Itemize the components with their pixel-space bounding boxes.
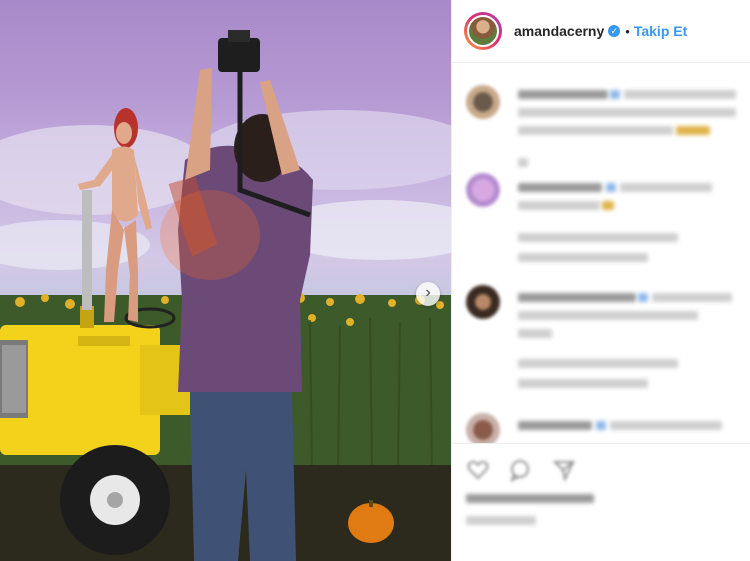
comment-text xyxy=(518,293,636,302)
heart-icon[interactable] xyxy=(466,458,490,482)
comment-text xyxy=(518,311,698,320)
comment-meta xyxy=(518,253,648,262)
comment-text xyxy=(610,90,620,99)
comment-text xyxy=(518,201,600,210)
post-photo[interactable]: › xyxy=(0,0,451,561)
follow-button[interactable]: Takip Et xyxy=(634,23,687,39)
comment-text xyxy=(652,293,732,302)
verified-badge-icon: ✓ xyxy=(608,25,621,37)
comment-meta xyxy=(518,233,678,242)
carousel-next-button[interactable]: › xyxy=(416,282,440,306)
comment-text xyxy=(518,90,608,99)
comment-avatar[interactable] xyxy=(466,85,500,119)
share-icon[interactable] xyxy=(552,458,576,482)
comment-text xyxy=(638,293,648,302)
post-timestamp xyxy=(466,516,536,525)
comment-text xyxy=(606,183,616,192)
story-ring[interactable] xyxy=(464,12,502,50)
comment-text xyxy=(610,421,722,430)
comment-text xyxy=(518,126,673,135)
comment-meta xyxy=(518,359,678,368)
post-side-panel: amandacerny ✓ • Takip Et xyxy=(452,0,750,561)
separator-dot: • xyxy=(625,23,630,39)
chevron-right-icon: › xyxy=(425,284,431,301)
comment-avatar[interactable] xyxy=(466,285,500,319)
post-image xyxy=(0,30,451,561)
comment-text xyxy=(596,421,606,430)
comment-meta xyxy=(518,379,648,388)
comment-emoji xyxy=(602,201,614,210)
comment-emoji xyxy=(676,126,710,135)
username-link[interactable]: amandacerny xyxy=(514,23,604,39)
post-header: amandacerny ✓ • Takip Et xyxy=(452,0,750,63)
comment-text xyxy=(518,329,552,338)
comment-text xyxy=(518,183,602,192)
comment-meta xyxy=(518,158,528,167)
comment-avatar[interactable] xyxy=(466,173,500,207)
comment-text xyxy=(518,108,736,117)
comment-text xyxy=(518,421,592,430)
actions-divider xyxy=(452,443,750,444)
comment-icon[interactable] xyxy=(508,458,532,482)
avatar xyxy=(467,15,499,47)
comment-avatar[interactable] xyxy=(466,413,500,443)
comment-text xyxy=(620,183,712,192)
comments-list xyxy=(452,63,750,443)
comment-text xyxy=(624,90,736,99)
likes-count[interactable] xyxy=(466,494,594,503)
